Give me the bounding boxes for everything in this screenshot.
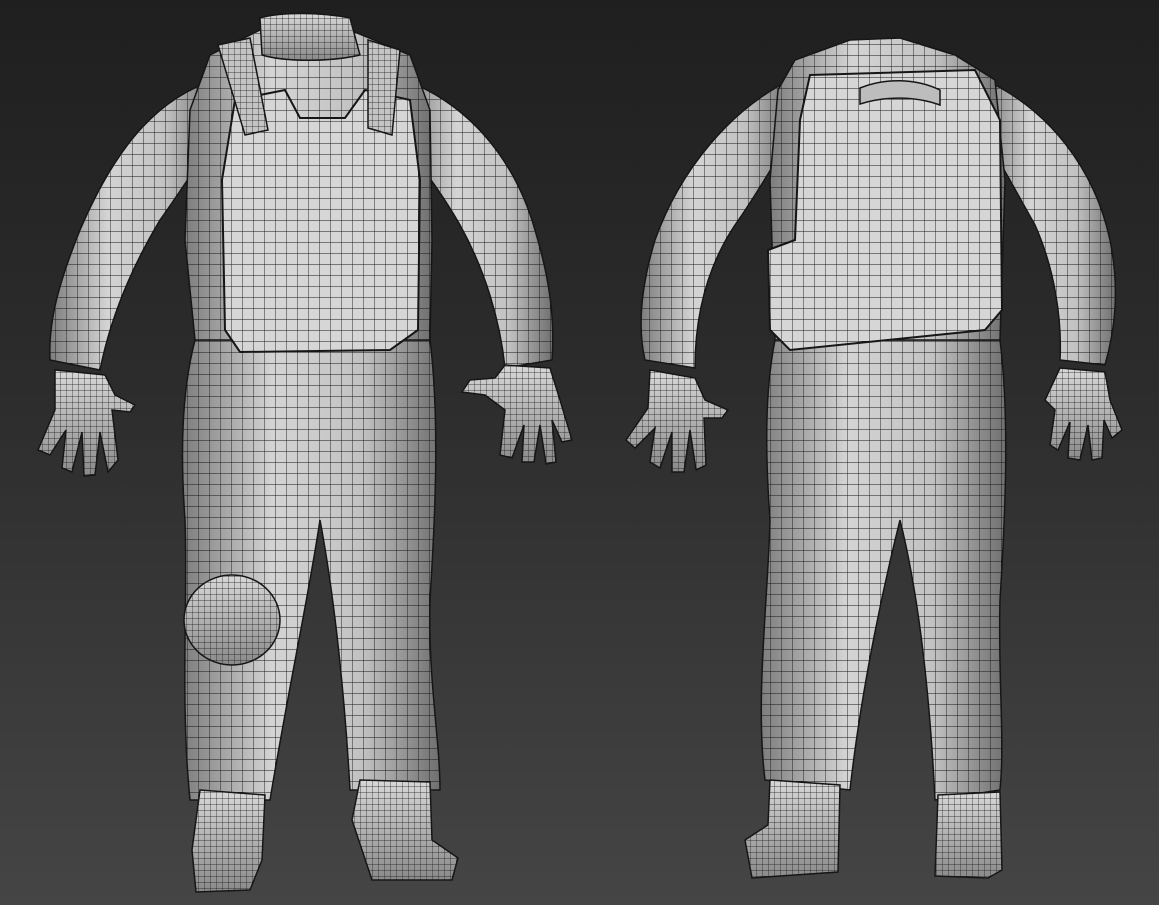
3d-viewport[interactable] — [0, 0, 1159, 905]
back-trousers — [760, 339, 1007, 801]
back-arm-right — [984, 78, 1117, 366]
front-trousers — [181, 339, 441, 801]
back-boots — [744, 779, 1003, 879]
front-glove-left — [37, 369, 137, 477]
front-boots — [191, 779, 459, 893]
front-figure — [37, 12, 573, 893]
back-figure — [625, 37, 1123, 879]
back-glove-right — [1044, 367, 1123, 461]
front-glove-right — [460, 364, 573, 465]
back-vest — [766, 68, 1004, 352]
back-arm-left — [640, 78, 791, 369]
back-glove-left — [625, 369, 730, 473]
wireframe-render — [37, 12, 1123, 893]
